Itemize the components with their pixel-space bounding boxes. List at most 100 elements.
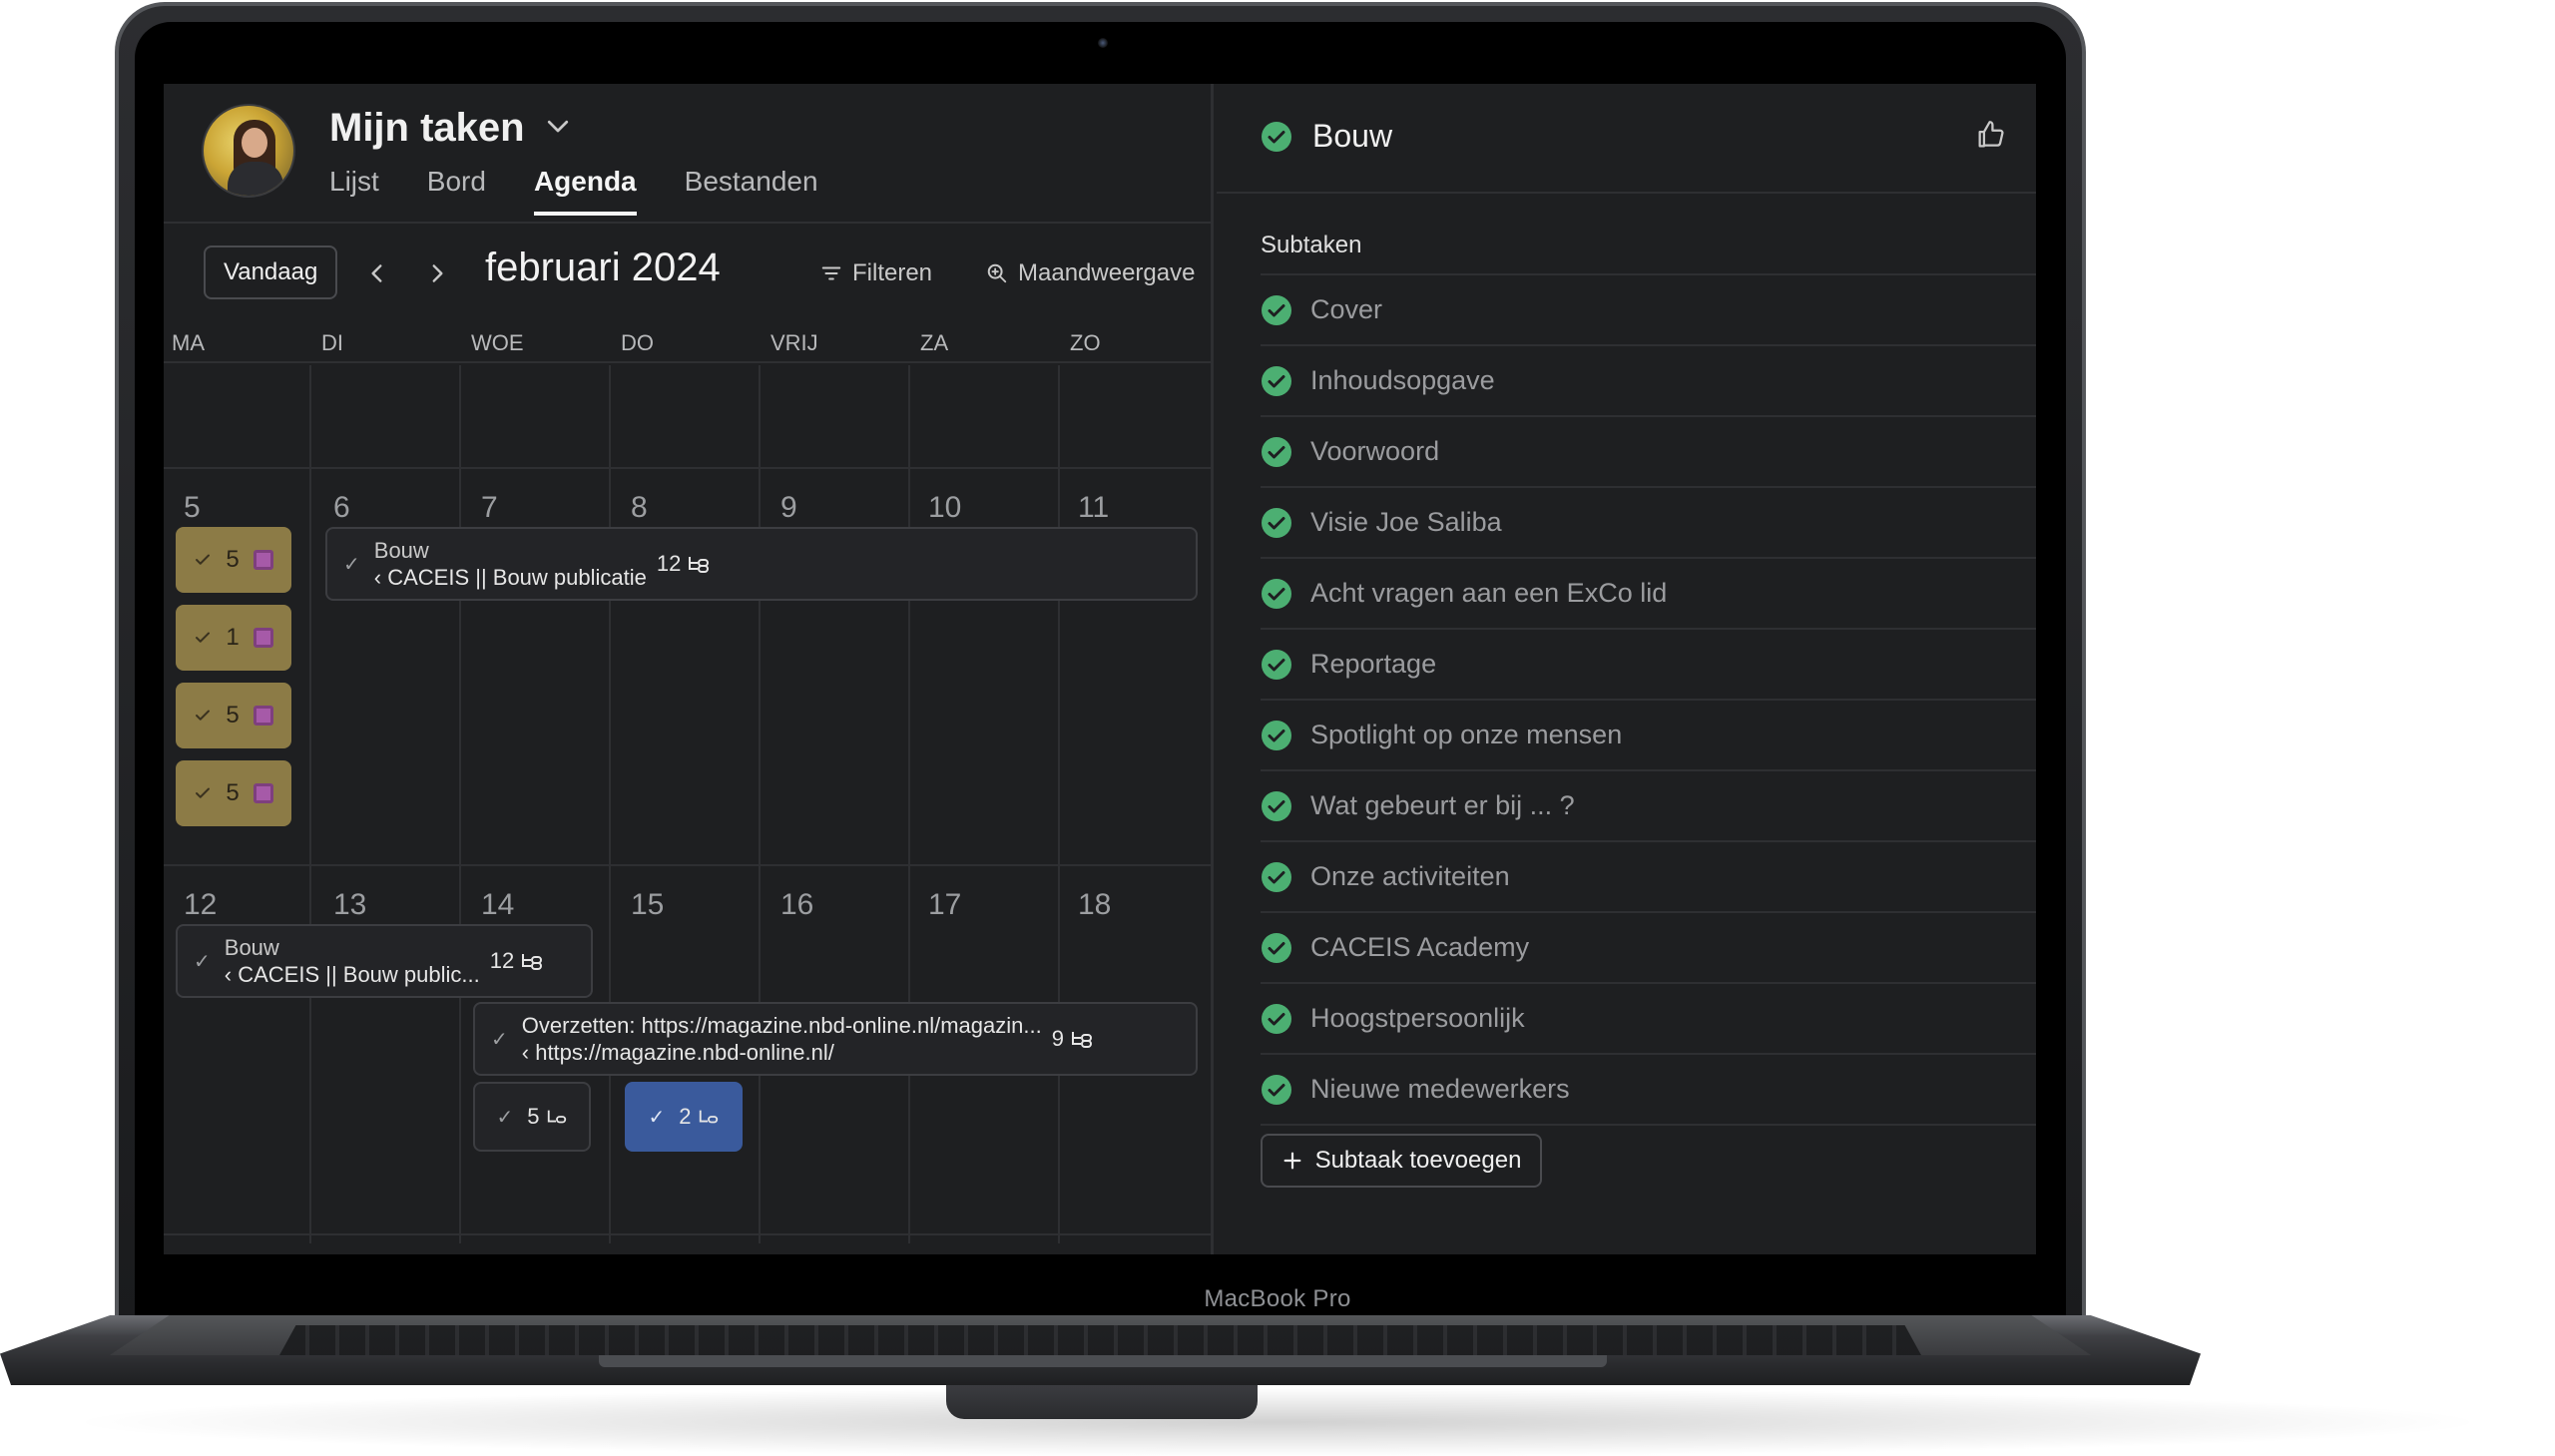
- event-title: Bouw: [373, 538, 429, 563]
- check-circle-icon[interactable]: [1261, 365, 1292, 397]
- subtask-count-value: 5: [527, 1104, 540, 1129]
- weekday-label: VRIJ: [770, 330, 818, 355]
- task-event-selected[interactable]: ✓ 2: [625, 1082, 743, 1152]
- task-event[interactable]: ✓ Overzetten: https://magazine.nbd-onlin…: [473, 1002, 1198, 1076]
- check-circle-icon[interactable]: [1261, 121, 1292, 153]
- subtask-row[interactable]: Nieuwe medewerkers: [1261, 1055, 2036, 1126]
- day-number[interactable]: 18: [1078, 888, 1111, 922]
- day-number[interactable]: 8: [631, 491, 648, 525]
- day-number[interactable]: 17: [928, 888, 961, 922]
- app-screen: Mijn taken Lijst Bord Agenda Bestanden V…: [164, 84, 2036, 1254]
- avatar-body: [228, 162, 283, 196]
- day-number[interactable]: 10: [928, 491, 961, 525]
- task-chip[interactable]: 5: [176, 683, 291, 748]
- check-circle-icon[interactable]: [1261, 1074, 1292, 1106]
- zoom-icon: [987, 263, 1007, 283]
- check-circle-icon[interactable]: [1261, 436, 1292, 468]
- task-event[interactable]: ✓ 5: [473, 1082, 591, 1152]
- chip-count: 5: [226, 702, 240, 728]
- avatar[interactable]: [202, 104, 295, 198]
- subtask-row[interactable]: Inhoudsopgave: [1261, 346, 2036, 417]
- subtask-icon: [1071, 1032, 1092, 1048]
- tab-bord[interactable]: Bord: [427, 166, 486, 216]
- check-icon: ✓: [491, 1028, 508, 1051]
- subtask-row[interactable]: Reportage: [1261, 630, 2036, 701]
- event-title: Bouw: [224, 935, 279, 960]
- day-number[interactable]: 9: [780, 491, 797, 525]
- trackpad-edge: [599, 1355, 1607, 1367]
- filter-button[interactable]: Filteren: [820, 259, 932, 287]
- task-chip[interactable]: 5: [176, 760, 291, 826]
- weekday-label: DI: [321, 330, 343, 355]
- subtask-row[interactable]: Cover: [1261, 275, 2036, 346]
- day-number[interactable]: 14: [481, 888, 514, 922]
- weekday-header: MA DI WOE DO VRIJ ZA ZO: [164, 323, 1214, 363]
- check-circle-icon[interactable]: [1261, 649, 1292, 681]
- today-button[interactable]: Vandaag: [204, 245, 338, 299]
- subtask-row[interactable]: Voorwoord: [1261, 417, 2036, 488]
- grid-line: [164, 1233, 1214, 1235]
- add-subtask-label: Subtaak toevoegen: [1314, 1147, 1522, 1174]
- task-title[interactable]: Bouw: [1312, 118, 1392, 155]
- subtask-label: Reportage: [1310, 649, 1437, 679]
- day-number[interactable]: 15: [631, 888, 664, 922]
- day-number[interactable]: 5: [184, 491, 201, 525]
- weekday-label: MA: [172, 330, 205, 355]
- detail-header: Bouw: [1217, 84, 2036, 194]
- day-number[interactable]: 16: [780, 888, 813, 922]
- check-circle-icon[interactable]: [1261, 578, 1292, 610]
- filter-icon: [821, 266, 841, 280]
- subtask-count: 5: [527, 1104, 567, 1130]
- check-icon: [196, 787, 211, 798]
- check-circle-icon[interactable]: [1261, 294, 1292, 326]
- check-icon: ✓: [194, 950, 211, 973]
- subtask-row[interactable]: Acht vragen aan een ExCo lid: [1261, 559, 2036, 630]
- chevron-right-icon[interactable]: [419, 253, 455, 293]
- weekday-label: WOE: [471, 330, 524, 355]
- project-color-icon: [253, 550, 273, 570]
- subtask-count: 2: [679, 1104, 719, 1130]
- task-event[interactable]: ✓ Bouw ‹ CACEIS || Bouw publicatie 12: [325, 527, 1198, 601]
- chip-count: 1: [226, 624, 240, 651]
- check-circle-icon[interactable]: [1261, 932, 1292, 964]
- project-color-icon: [253, 628, 273, 648]
- task-event[interactable]: ✓ Bouw ‹ CACEIS || Bouw public... 12: [176, 924, 593, 998]
- subtask-row[interactable]: Wat gebeurt er bij ... ?: [1261, 771, 2036, 842]
- day-number[interactable]: 12: [184, 888, 217, 922]
- grid-line: [164, 467, 1214, 469]
- camera-icon: [1098, 38, 1108, 48]
- day-number[interactable]: 6: [333, 491, 350, 525]
- check-circle-icon[interactable]: [1261, 790, 1292, 822]
- chevron-down-icon[interactable]: [543, 111, 573, 146]
- grid-line: [609, 365, 611, 1243]
- check-circle-icon[interactable]: [1261, 1003, 1292, 1035]
- subtask-count-value: 9: [1051, 1026, 1064, 1051]
- check-circle-icon[interactable]: [1261, 861, 1292, 893]
- tab-agenda[interactable]: Agenda: [533, 166, 637, 216]
- day-number[interactable]: 7: [481, 491, 498, 525]
- add-subtask-button[interactable]: Subtaak toevoegen: [1261, 1134, 1542, 1188]
- month-view-button[interactable]: Maandweergave: [986, 259, 1195, 287]
- grid-line: [309, 365, 311, 1243]
- task-chip[interactable]: 1: [176, 605, 291, 671]
- floor-shadow: [60, 1387, 2495, 1456]
- tab-lijst[interactable]: Lijst: [329, 166, 379, 216]
- tab-bestanden[interactable]: Bestanden: [685, 166, 818, 216]
- subtask-row[interactable]: CACEIS Academy: [1261, 913, 2036, 984]
- check-circle-icon[interactable]: [1261, 507, 1292, 539]
- day-number[interactable]: 13: [333, 888, 366, 922]
- check-circle-icon[interactable]: [1261, 720, 1292, 751]
- subtask-label: Hoogstpersoonlijk: [1310, 1003, 1525, 1033]
- chevron-left-icon[interactable]: [359, 253, 395, 293]
- weekday-label: DO: [621, 330, 654, 355]
- check-icon: [196, 554, 211, 565]
- subtask-count: 12: [657, 551, 711, 577]
- thumbs-up-icon[interactable]: [1974, 118, 2008, 157]
- task-chip[interactable]: 5: [176, 527, 291, 593]
- subtask-row[interactable]: Visie Joe Saliba: [1261, 488, 2036, 559]
- subtask-row[interactable]: Hoogstpersoonlijk: [1261, 984, 2036, 1055]
- subtask-row[interactable]: Onze activiteiten: [1261, 842, 2036, 913]
- day-number[interactable]: 11: [1078, 491, 1109, 525]
- subtask-row[interactable]: Spotlight op onze mensen: [1261, 701, 2036, 771]
- grid-line: [459, 365, 461, 1243]
